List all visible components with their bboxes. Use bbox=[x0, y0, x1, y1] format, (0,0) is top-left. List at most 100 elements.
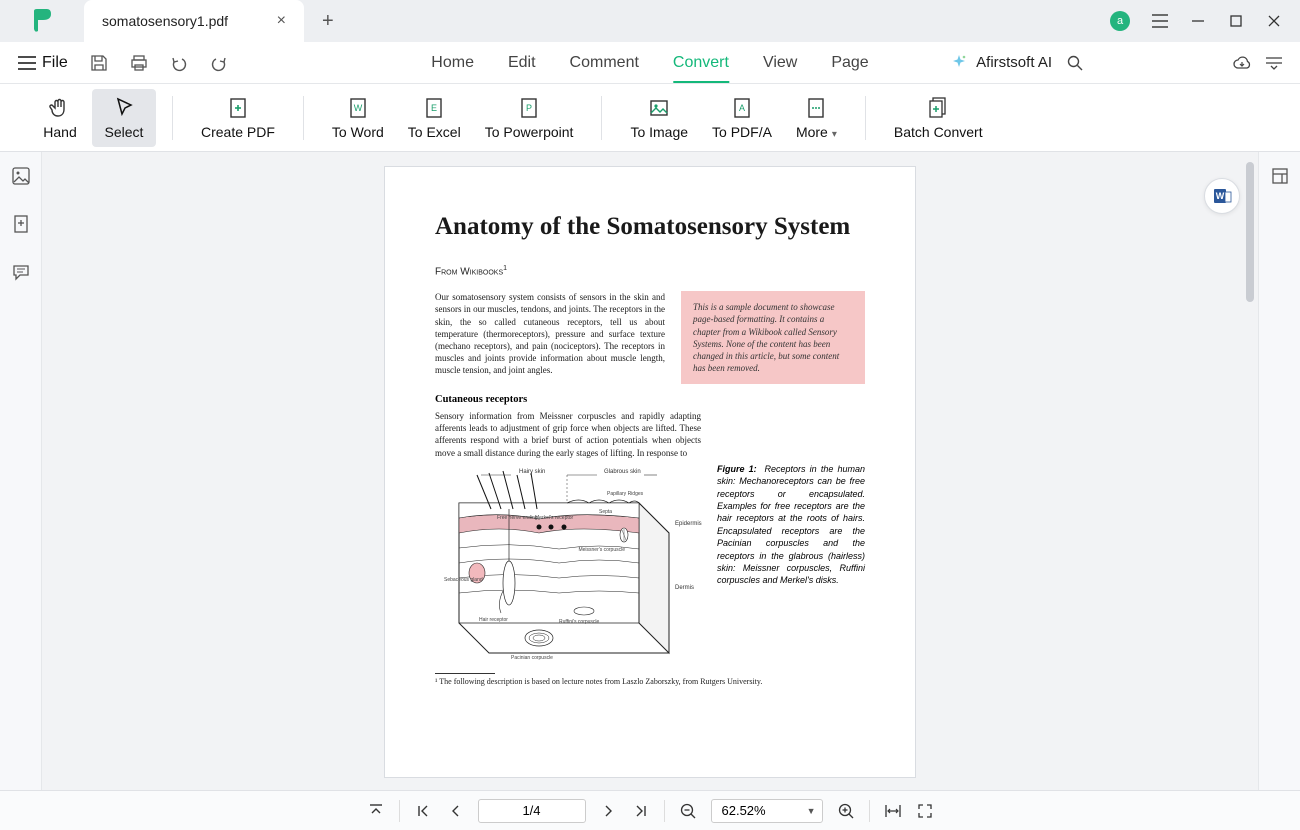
svg-text:P: P bbox=[526, 103, 532, 113]
status-bar: 62.52%▼ bbox=[0, 790, 1300, 830]
word-doc-icon: W bbox=[1212, 186, 1232, 206]
paragraph-1: Our somatosensory system consists of sen… bbox=[435, 291, 665, 376]
sample-callout: This is a sample document to showcase pa… bbox=[681, 291, 865, 384]
svg-text:Free nerve ending: Free nerve ending bbox=[497, 515, 538, 521]
svg-text:Merkel's receptor: Merkel's receptor bbox=[535, 515, 574, 521]
save-button[interactable] bbox=[90, 54, 108, 72]
to-image-button[interactable]: To Image bbox=[618, 89, 700, 147]
hand-tool-button[interactable]: Hand bbox=[28, 89, 92, 147]
svg-text:Epidermis: Epidermis bbox=[675, 521, 702, 527]
tab-edit[interactable]: Edit bbox=[508, 44, 536, 82]
document-source: From Wikibooks1 bbox=[435, 265, 865, 277]
scrollbar-thumb[interactable] bbox=[1246, 162, 1254, 302]
user-avatar[interactable]: a bbox=[1110, 11, 1130, 31]
convert-to-word-fab[interactable]: W bbox=[1204, 178, 1240, 214]
print-button[interactable] bbox=[130, 54, 148, 72]
properties-panel-icon[interactable] bbox=[1270, 166, 1290, 186]
svg-text:W: W bbox=[1216, 191, 1225, 201]
maximize-button[interactable] bbox=[1228, 13, 1244, 29]
close-tab-button[interactable]: × bbox=[273, 12, 290, 30]
to-powerpoint-button[interactable]: P To Powerpoint bbox=[473, 89, 586, 147]
chevron-down-icon: ▼ bbox=[807, 806, 816, 816]
fit-width-icon[interactable] bbox=[884, 802, 902, 820]
create-pdf-button[interactable]: Create PDF bbox=[189, 89, 287, 147]
svg-text:Ruffini's corpuscle: Ruffini's corpuscle bbox=[559, 619, 600, 625]
svg-text:Papillary Ridges: Papillary Ridges bbox=[607, 491, 644, 497]
new-tab-button[interactable]: + bbox=[322, 10, 334, 33]
title-bar: somatosensory1.pdf × + a bbox=[0, 0, 1300, 42]
next-page-icon[interactable] bbox=[600, 802, 618, 820]
ai-assistant-button[interactable]: Afirstsoft AI bbox=[950, 54, 1052, 72]
tab-title: somatosensory1.pdf bbox=[102, 13, 228, 29]
redo-button[interactable] bbox=[210, 54, 228, 72]
tab-comment[interactable]: Comment bbox=[570, 44, 639, 82]
label-hairy: Hairy skin bbox=[519, 469, 545, 475]
minimize-button[interactable] bbox=[1190, 13, 1206, 29]
image-icon bbox=[647, 96, 671, 120]
paragraph-2: Sensory information from Meissner corpus… bbox=[435, 410, 701, 459]
tab-home[interactable]: Home bbox=[431, 44, 474, 82]
last-page-icon[interactable] bbox=[632, 802, 650, 820]
zoom-level-select[interactable]: 62.52%▼ bbox=[711, 799, 823, 823]
svg-text:Pacinian corpuscle: Pacinian corpuscle bbox=[511, 655, 553, 661]
cursor-icon bbox=[112, 96, 136, 120]
close-window-button[interactable] bbox=[1266, 13, 1282, 29]
hand-icon bbox=[48, 96, 72, 120]
bookmarks-icon[interactable] bbox=[11, 214, 31, 234]
app-menu-icon[interactable] bbox=[1152, 13, 1168, 29]
footnote-rule bbox=[435, 673, 495, 674]
pdfa-icon: A bbox=[730, 96, 754, 120]
svg-text:Dermis: Dermis bbox=[675, 585, 694, 591]
to-word-button[interactable]: W To Word bbox=[320, 89, 396, 147]
document-canvas[interactable]: W Anatomy of the Somatosensory System Fr… bbox=[42, 152, 1258, 790]
document-title: Anatomy of the Somatosensory System bbox=[435, 213, 865, 241]
zoom-out-icon[interactable] bbox=[679, 802, 697, 820]
tab-view[interactable]: View bbox=[763, 44, 797, 82]
more-button[interactable]: More▾ bbox=[784, 89, 849, 147]
svg-text:E: E bbox=[431, 103, 437, 113]
figure-caption: Figure 1: Receptors in the human skin: M… bbox=[717, 463, 865, 663]
first-page-icon[interactable] bbox=[414, 802, 432, 820]
to-excel-button[interactable]: E To Excel bbox=[396, 89, 473, 147]
sparkle-icon bbox=[950, 54, 968, 72]
search-button[interactable] bbox=[1066, 54, 1084, 72]
svg-text:A: A bbox=[739, 103, 745, 113]
batch-icon bbox=[926, 96, 950, 120]
cloud-sync-icon[interactable] bbox=[1232, 53, 1252, 73]
tab-convert[interactable]: Convert bbox=[673, 44, 729, 82]
comments-panel-icon[interactable] bbox=[11, 262, 31, 282]
tab-page[interactable]: Page bbox=[831, 44, 868, 82]
app-logo bbox=[0, 9, 84, 33]
svg-text:Sebaceous gland: Sebaceous gland bbox=[444, 577, 483, 583]
select-tool-button[interactable]: Select bbox=[92, 89, 156, 147]
right-sidebar bbox=[1258, 152, 1300, 790]
svg-text:Septa: Septa bbox=[599, 509, 612, 515]
thumbnails-icon[interactable] bbox=[11, 166, 31, 186]
scroll-top-icon[interactable] bbox=[367, 802, 385, 820]
more-icon bbox=[804, 96, 828, 120]
footnote-text: ¹ The following description is based on … bbox=[435, 677, 865, 686]
file-menu-button[interactable]: File bbox=[18, 54, 68, 72]
create-pdf-icon bbox=[226, 96, 250, 120]
label-glabrous: Glabrous skin bbox=[604, 469, 641, 475]
document-tab[interactable]: somatosensory1.pdf × bbox=[84, 0, 304, 42]
zoom-in-icon[interactable] bbox=[837, 802, 855, 820]
fullscreen-icon[interactable] bbox=[916, 802, 934, 820]
figure-skin-diagram: Hairy skin Glabrous skin bbox=[435, 463, 703, 663]
page-number-input[interactable] bbox=[478, 799, 586, 823]
excel-icon: E bbox=[422, 96, 446, 120]
batch-convert-button[interactable]: Batch Convert bbox=[882, 89, 995, 147]
powerpoint-icon: P bbox=[517, 96, 541, 120]
hamburger-icon bbox=[18, 56, 36, 70]
svg-text:Hair receptor: Hair receptor bbox=[479, 617, 508, 623]
undo-button[interactable] bbox=[170, 54, 188, 72]
pdf-page: Anatomy of the Somatosensory System From… bbox=[384, 166, 916, 778]
panel-toggle-icon[interactable] bbox=[1266, 56, 1282, 70]
svg-text:W: W bbox=[354, 103, 363, 113]
left-sidebar bbox=[0, 152, 42, 790]
prev-page-icon[interactable] bbox=[446, 802, 464, 820]
to-pdfa-button[interactable]: A To PDF/A bbox=[700, 89, 784, 147]
convert-ribbon: Hand Select Create PDF W To Word E To Ex… bbox=[0, 84, 1300, 152]
word-icon: W bbox=[346, 96, 370, 120]
menu-bar: File Home Edit Comment Convert View Page… bbox=[0, 42, 1300, 84]
